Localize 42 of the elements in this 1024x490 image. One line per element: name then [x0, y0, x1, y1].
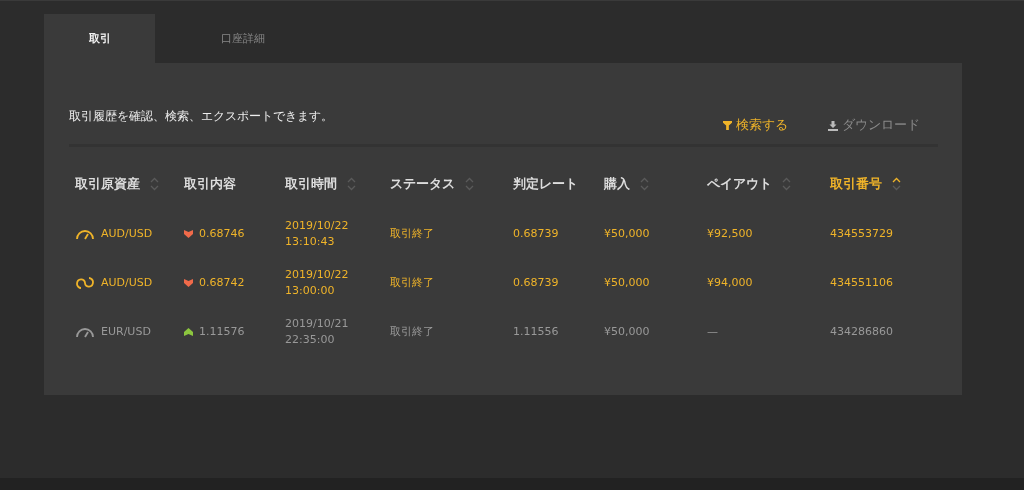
column-header[interactable]: 取引原資産 — [75, 175, 140, 193]
table-cell: 434286860 — [830, 325, 893, 338]
sort-icon[interactable] — [892, 177, 901, 191]
column-header[interactable]: 取引内容 — [184, 175, 236, 193]
table-cell: — — [707, 325, 718, 338]
column-header[interactable]: 購入 — [604, 175, 630, 193]
table-cell: 434551106 — [830, 276, 893, 289]
table-cell: ¥50,000 — [604, 325, 650, 338]
date-text: 2019/10/22 — [285, 219, 349, 232]
column-header[interactable]: 取引時間 — [285, 175, 337, 193]
asset-text: AUD/USD — [101, 227, 153, 240]
tab[interactable]: 口座詳細 — [155, 14, 330, 63]
table-cell: 0.68739 — [513, 276, 559, 289]
table-cell: 434553729 — [830, 227, 893, 240]
asset-text: EUR/USD — [101, 325, 151, 338]
column-header[interactable]: 取引番号 — [830, 175, 882, 193]
date-text: 2019/10/21 — [285, 317, 349, 330]
filter-icon — [723, 121, 732, 130]
tab[interactable]: 取引 — [44, 14, 155, 63]
download-icon — [828, 120, 838, 131]
table-cell: ¥92,500 — [707, 227, 753, 240]
table-cell: 取引終了 — [390, 324, 434, 339]
table-cell: ¥50,000 — [604, 227, 650, 240]
table-cell: 0.68739 — [513, 227, 559, 240]
time-text: 13:00:00 — [285, 284, 335, 297]
rate-text: 0.68746 — [199, 227, 245, 240]
rate-text: 1.11576 — [199, 325, 245, 338]
description-text: 取引履歴を確認、検索、エクスポートできます。 — [69, 108, 333, 125]
table-cell: 取引終了 — [390, 226, 434, 241]
time-text: 22:35:00 — [285, 333, 335, 346]
date-text: 2019/10/22 — [285, 268, 349, 281]
rate-text: 0.68742 — [199, 276, 245, 289]
table-cell: 取引終了 — [390, 275, 434, 290]
asset-text: AUD/USD — [101, 276, 153, 289]
time-text: 13:10:43 — [285, 235, 335, 248]
search-button[interactable]: 検索する — [723, 117, 788, 134]
table-cell: 1.11556 — [513, 325, 559, 338]
column-header[interactable]: ペイアウト — [707, 175, 772, 193]
column-header[interactable]: 判定レート — [513, 175, 578, 193]
table-cell: ¥94,000 — [707, 276, 753, 289]
column-header[interactable]: ステータス — [390, 175, 455, 193]
table-cell: ¥50,000 — [604, 276, 650, 289]
